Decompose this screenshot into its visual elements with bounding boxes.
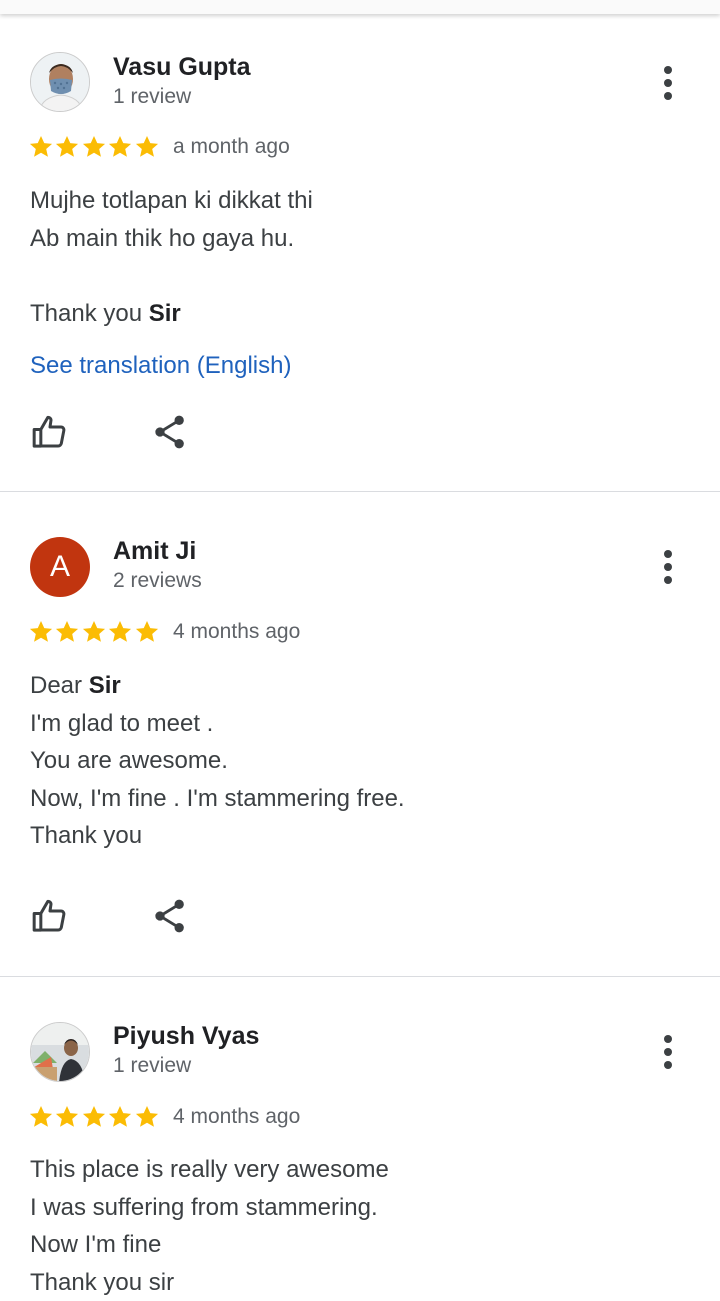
review-count: 1 review bbox=[113, 1054, 191, 1078]
star-icon bbox=[81, 1104, 107, 1130]
review-date: 4 months ago bbox=[173, 1105, 300, 1129]
review-line: I'm glad to meet . bbox=[30, 705, 405, 743]
more-vert-icon bbox=[652, 1033, 684, 1073]
reviewer-name[interactable]: Amit Ji bbox=[113, 537, 196, 566]
review-line: Thank you sir bbox=[30, 1264, 389, 1301]
reviewer-name[interactable]: Vasu Gupta bbox=[113, 53, 251, 82]
review-count: 2 reviews bbox=[113, 569, 202, 593]
review-count: 1 review bbox=[113, 85, 191, 109]
more-options-button[interactable] bbox=[652, 1033, 684, 1073]
profile-photo-icon bbox=[31, 53, 90, 112]
star-icon bbox=[107, 1104, 133, 1130]
star-icon bbox=[54, 1104, 80, 1130]
star-icon bbox=[134, 134, 160, 160]
star-icon bbox=[81, 134, 107, 160]
review-line: This place is really very awesome bbox=[30, 1151, 389, 1189]
share-icon bbox=[150, 412, 190, 452]
more-options-button[interactable] bbox=[652, 548, 684, 588]
review-line: Mujhe totlapan ki dikkat thi bbox=[30, 182, 313, 220]
review-line: Now I'm fine bbox=[30, 1226, 389, 1264]
avatar[interactable] bbox=[30, 52, 90, 112]
review-line: Thank you Sir bbox=[30, 295, 313, 333]
see-translation-link[interactable]: See translation (English) bbox=[30, 352, 291, 380]
review-line bbox=[30, 257, 313, 295]
divider bbox=[0, 491, 720, 492]
star-icon bbox=[28, 1104, 54, 1130]
reviewer-name[interactable]: Piyush Vyas bbox=[113, 1022, 259, 1051]
top-app-bar-shadow bbox=[0, 0, 720, 14]
review-line: Ab main thik ho gaya hu. bbox=[30, 220, 313, 258]
star-icon bbox=[134, 619, 160, 645]
review-date: 4 months ago bbox=[173, 620, 300, 644]
review-line: Thank you bbox=[30, 817, 405, 855]
divider bbox=[0, 976, 720, 977]
share-button[interactable] bbox=[150, 896, 190, 936]
star-icon bbox=[28, 134, 54, 160]
more-options-button[interactable] bbox=[652, 64, 684, 104]
star-icon bbox=[28, 619, 54, 645]
review-line: Now, I'm fine . I'm stammering free. bbox=[30, 780, 405, 818]
star-icon bbox=[134, 1104, 160, 1130]
review-text: Dear Sir I'm glad to meet . You are awes… bbox=[30, 667, 405, 855]
more-vert-icon bbox=[652, 64, 684, 104]
profile-photo-icon bbox=[31, 1023, 90, 1082]
like-button[interactable] bbox=[30, 896, 70, 936]
review-text: Mujhe totlapan ki dikkat thi Ab main thi… bbox=[30, 182, 313, 332]
star-icon bbox=[107, 134, 133, 160]
star-icon bbox=[54, 619, 80, 645]
star-icon bbox=[107, 619, 133, 645]
review-line: I was suffering from stammering. bbox=[30, 1189, 389, 1227]
share-button[interactable] bbox=[150, 412, 190, 452]
share-icon bbox=[150, 896, 190, 936]
star-rating bbox=[28, 134, 160, 164]
star-icon bbox=[54, 134, 80, 160]
bold-text: Sir bbox=[149, 300, 181, 327]
review-date: a month ago bbox=[173, 135, 290, 159]
avatar[interactable] bbox=[30, 1022, 90, 1082]
star-rating bbox=[28, 1104, 160, 1134]
more-vert-icon bbox=[652, 548, 684, 588]
avatar[interactable]: A bbox=[30, 537, 90, 597]
bold-text: Sir bbox=[89, 672, 121, 699]
review-line: Dear Sir bbox=[30, 667, 405, 705]
like-button[interactable] bbox=[30, 412, 70, 452]
thumbs-up-icon bbox=[30, 896, 70, 936]
star-rating bbox=[28, 619, 160, 649]
thumbs-up-icon bbox=[30, 412, 70, 452]
review-text: This place is really very awesome I was … bbox=[30, 1151, 389, 1301]
star-icon bbox=[81, 619, 107, 645]
review-line: You are awesome. bbox=[30, 742, 405, 780]
